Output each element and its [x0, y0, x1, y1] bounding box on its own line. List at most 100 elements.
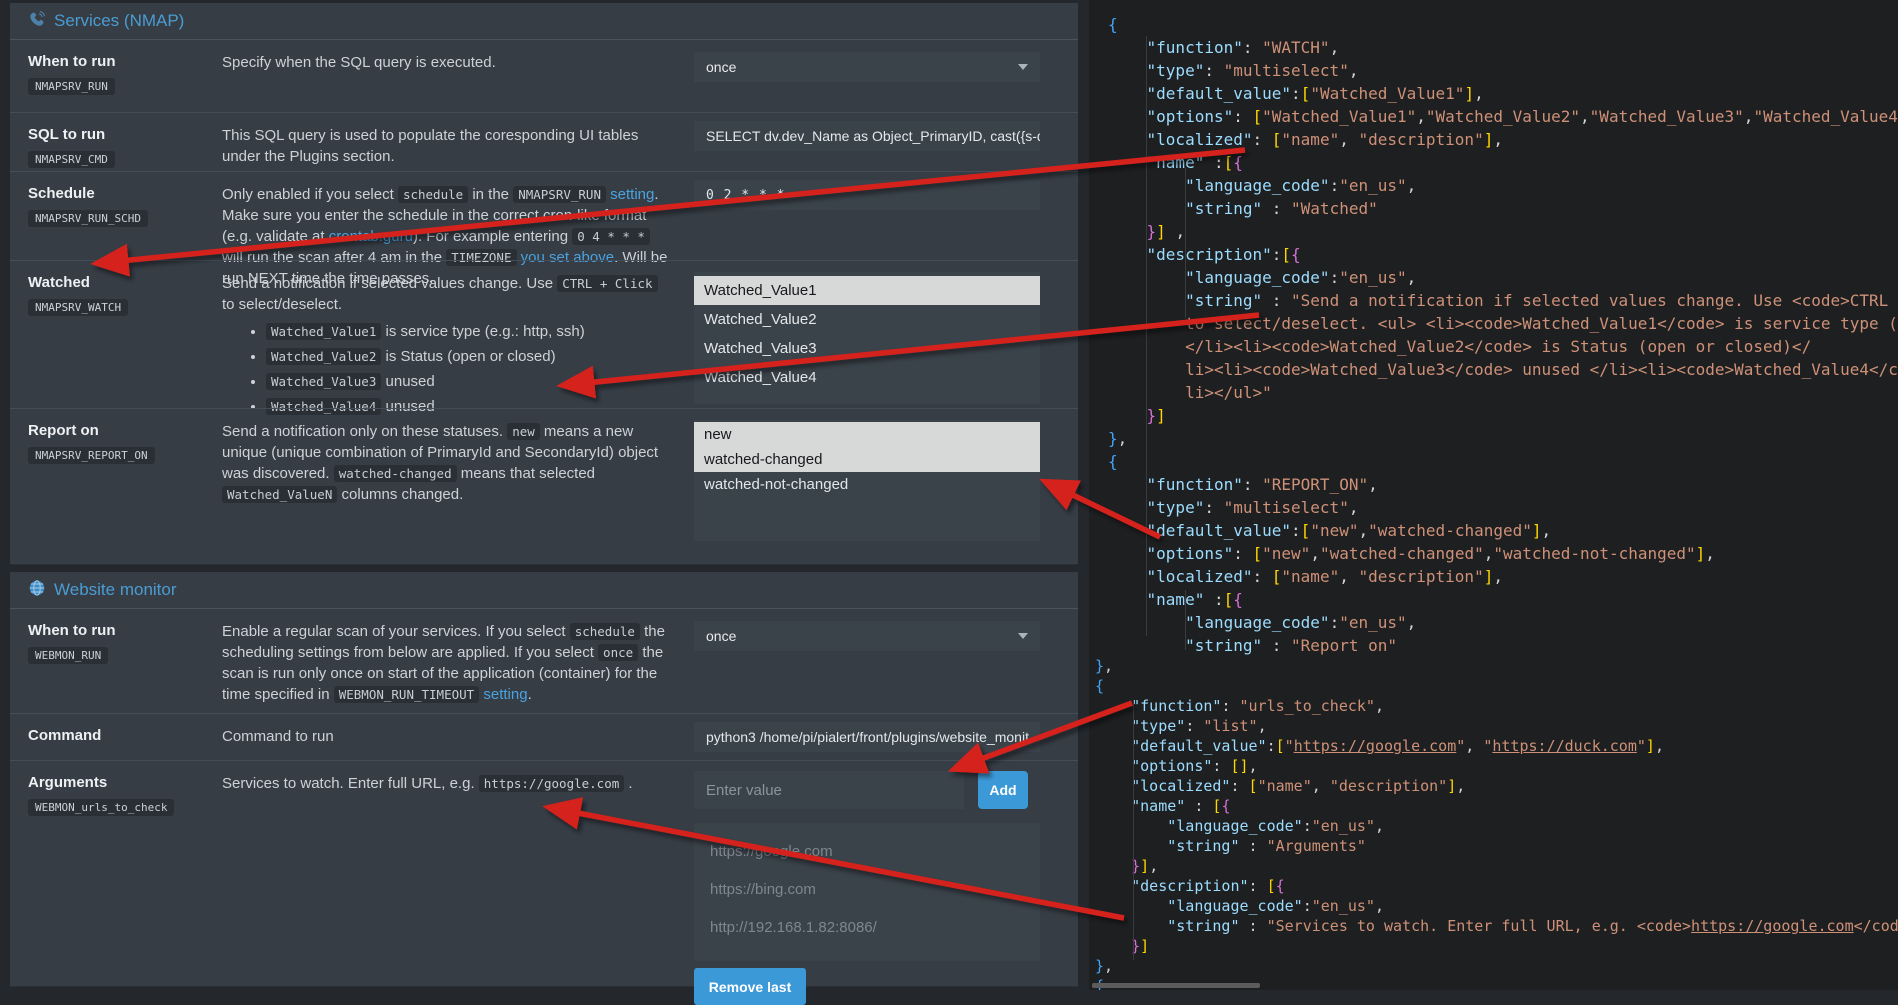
- desc-text: .: [624, 775, 632, 792]
- inline-code: once: [598, 644, 638, 661]
- inline-code: Watched_ValueN: [222, 486, 337, 503]
- inline-code: Watched_Value3: [266, 373, 381, 390]
- add-button[interactable]: Add: [978, 771, 1028, 809]
- setting-control: python3 /home/pi/pialert/front/plugins/w…: [694, 714, 1040, 752]
- url-list-item: https://google.com: [710, 833, 1024, 871]
- phone-volume-icon: [28, 10, 46, 33]
- code-line: }]: [1089, 404, 1898, 427]
- desc-text: in the: [468, 186, 513, 203]
- listbox-option[interactable]: Watched_Value3: [694, 334, 1040, 363]
- link[interactable]: crontab.guru: [329, 228, 413, 245]
- link[interactable]: setting: [483, 686, 527, 703]
- listbox-option[interactable]: new: [694, 422, 1040, 447]
- setting-control: newwatched-changedwatched-not-changed: [694, 409, 1040, 541]
- code-line: "string" : "Report on": [1089, 634, 1898, 657]
- bullet-item: Watched_Value2 is Status (open or closed…: [266, 346, 674, 367]
- code-line: },: [1089, 956, 1898, 976]
- list-input-row: Enter value Add: [694, 771, 1040, 809]
- code-line: "type": "multiselect",: [1089, 59, 1898, 82]
- section-title: Services (NMAP): [54, 11, 184, 31]
- code-line: "language_code":"en_us",: [1089, 174, 1898, 197]
- settings-card-website-monitor: Website monitorWhen to runWEBMON_RUNEnab…: [10, 572, 1078, 987]
- listbox-option[interactable]: Watched_Value1: [694, 276, 1040, 305]
- code-line: "options": ["new","watched-changed","wat…: [1089, 542, 1898, 565]
- setting-control: Enter value Add https://google.comhttps://…: [694, 761, 1040, 1005]
- setting-row: SQL to runNMAPSRV_CMDThis SQL query is u…: [10, 112, 1078, 171]
- code-line: },: [1089, 427, 1898, 450]
- setting-description: Enable a regular scan of your services. …: [222, 621, 674, 705]
- url-list-box[interactable]: https://google.comhttps://bing.comhttp:/…: [694, 823, 1040, 961]
- code-line: "string" : "Services to watch. Enter ful…: [1089, 916, 1898, 936]
- setting-key-chip: NMAPSRV_CMD: [28, 151, 115, 168]
- setting-key-chip: NMAPSRV_RUN: [28, 78, 115, 95]
- text-input[interactable]: 0 2 * * *: [694, 180, 1040, 210]
- code-line: "function": "REPORT_ON",: [1089, 473, 1898, 496]
- setting-label: When to run: [28, 622, 208, 639]
- code-line: "string" : "Send a notification if selec…: [1089, 289, 1898, 312]
- setting-label: Arguments: [28, 774, 208, 791]
- desc-text: Send a notification only on these status…: [222, 423, 507, 440]
- horizontal-scrollbar[interactable]: [1092, 983, 1260, 988]
- setting-row: When to runNMAPSRV_RUNSpecify when the S…: [10, 40, 1078, 112]
- listbox-option[interactable]: Watched_Value2: [694, 305, 1040, 334]
- setting-key-chip: WEBMON_urls_to_check: [28, 799, 174, 816]
- code-line: "language_code":"en_us",: [1089, 816, 1898, 836]
- indent-guide: [1146, 36, 1147, 636]
- section-header: Website monitor: [10, 572, 1078, 609]
- code-line: "name" : [{: [1089, 796, 1898, 816]
- code-line: "name" :[{: [1089, 151, 1898, 174]
- code-line: li></ul>": [1089, 381, 1898, 404]
- setting-key-chip: NMAPSRV_WATCH: [28, 299, 128, 316]
- dropdown-select[interactable]: once: [694, 621, 1040, 651]
- code-line: to select/deselect. <ul> <li><code>Watch…: [1089, 312, 1898, 335]
- listbox-option[interactable]: Watched_Value4: [694, 363, 1040, 392]
- list-value-input[interactable]: Enter value: [694, 771, 964, 809]
- desc-text: This SQL query is used to populate the c…: [222, 127, 638, 165]
- text-input[interactable]: python3 /home/pi/pialert/front/plugins/w…: [694, 722, 1040, 752]
- setting-description: Specify when the SQL query is executed.: [222, 52, 674, 73]
- code-line: "options": [],: [1089, 756, 1898, 776]
- setting-row: ScheduleNMAPSRV_RUN_SCHDOnly enabled if …: [10, 171, 1078, 260]
- section-rows: When to runNMAPSRV_RUNSpecify when the S…: [10, 40, 1078, 549]
- inline-code: Watched_Value2: [266, 348, 381, 365]
- code-line: {: [1089, 13, 1898, 36]
- setting-control: Watched_Value1Watched_Value2Watched_Valu…: [694, 261, 1040, 404]
- link[interactable]: setting: [610, 186, 654, 203]
- setting-description: Send a notification only on these status…: [222, 421, 674, 505]
- inline-code: NMAPSRV_RUN: [513, 186, 606, 203]
- multiselect-listbox[interactable]: newwatched-changedwatched-not-changed: [694, 420, 1040, 541]
- code-line: li><li><code>Watched_Value3</code> unuse…: [1089, 358, 1898, 381]
- setting-control: once: [694, 609, 1040, 651]
- text-input[interactable]: SELECT dv.dev_Name as Object_PrimaryID, …: [694, 121, 1040, 151]
- code-line: "localized": ["name", "description"],: [1089, 128, 1898, 151]
- setting-description: Send a notification if selected values c…: [222, 273, 674, 421]
- code-line: "string" : "Arguments": [1089, 836, 1898, 856]
- inline-code: schedule: [398, 186, 468, 203]
- setting-row: ArgumentsWEBMON_urls_to_checkServices to…: [10, 760, 1078, 989]
- setting-description: Command to run: [222, 726, 674, 747]
- setting-label: Command: [28, 727, 208, 744]
- desc-text: Command to run: [222, 728, 334, 745]
- multiselect-listbox[interactable]: Watched_Value1Watched_Value2Watched_Valu…: [694, 272, 1040, 404]
- code-line: "language_code":"en_us",: [1089, 611, 1898, 634]
- code-line: "type": "list",: [1089, 716, 1898, 736]
- desc-text: means that selected: [457, 465, 595, 482]
- indent-guide: [1133, 700, 1134, 960]
- indent-guide: [1185, 590, 1186, 650]
- desc-text: Send a notification if selected values c…: [222, 275, 557, 292]
- listbox-option[interactable]: watched-not-changed: [694, 472, 1040, 497]
- selected-value: once: [706, 59, 736, 75]
- url-link[interactable]: https://google.com: [1691, 917, 1854, 935]
- code-line: "language_code":"en_us",: [1089, 266, 1898, 289]
- section-title: Website monitor: [54, 580, 177, 600]
- remove-last-button[interactable]: Remove last: [694, 968, 806, 1005]
- url-link[interactable]: https://duck.com: [1492, 737, 1637, 755]
- chevron-down-icon: [1018, 64, 1028, 70]
- code-line: "options": ["Watched_Value1","Watched_Va…: [1089, 105, 1898, 128]
- dropdown-select[interactable]: once: [694, 52, 1040, 82]
- url-link[interactable]: https://google.com: [1294, 737, 1457, 755]
- inline-code: Watched_Value1: [266, 323, 381, 340]
- listbox-option[interactable]: watched-changed: [694, 447, 1040, 472]
- setting-description: This SQL query is used to populate the c…: [222, 125, 674, 167]
- setting-control: once: [694, 40, 1040, 82]
